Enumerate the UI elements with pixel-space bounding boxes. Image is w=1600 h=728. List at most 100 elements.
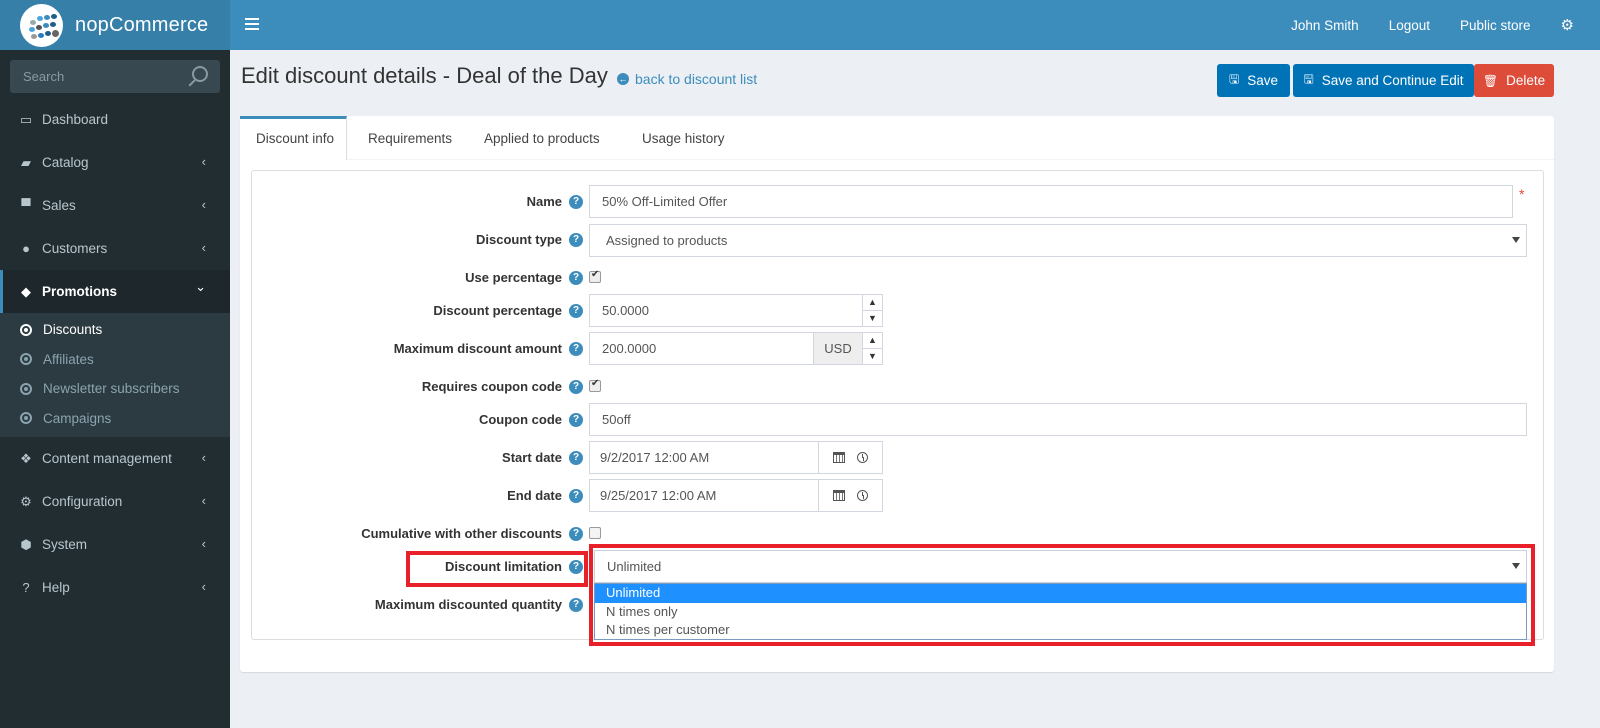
sidebar-subitem-label: Campaigns: [43, 410, 112, 426]
help-icon[interactable]: ?: [569, 450, 583, 465]
sidebar-subitem-label: Newsletter subscribers: [43, 381, 180, 397]
max-discount-amount-input[interactable]: 200.0000 USD ▲ ▼: [589, 332, 883, 365]
requires-coupon-checkbox[interactable]: [589, 378, 601, 392]
label-text: Maximum discount amount: [393, 341, 562, 356]
coupon-code-input[interactable]: 50off: [589, 403, 1527, 436]
chevron-up-icon[interactable]: ▲: [863, 295, 882, 311]
annotation-highlight-dropdown: [589, 544, 1535, 646]
tab-applied-to-products[interactable]: Applied to products: [484, 116, 600, 160]
help-icon[interactable]: ?: [569, 194, 583, 209]
chevron-down-icon[interactable]: ▼: [863, 349, 882, 365]
label-text: Cumulative with other discounts: [361, 526, 562, 541]
sidebar-subitem-campaigns[interactable]: Campaigns: [0, 404, 230, 434]
trash-icon: 🗑: [1482, 73, 1499, 88]
save-button[interactable]: 🖫 Save: [1217, 64, 1290, 97]
sidebar-subitem-affiliates[interactable]: Affiliates: [0, 345, 230, 375]
sidebar-item-label: Configuration: [42, 494, 123, 509]
circle-icon: [20, 323, 32, 336]
annotation-highlight-label: [406, 551, 588, 587]
tab-requirements[interactable]: Requirements: [368, 116, 452, 160]
chevron-left-icon: ‹: [201, 493, 206, 508]
logout-link[interactable]: Logout: [1389, 18, 1430, 33]
chevron-up-icon[interactable]: ▲: [863, 333, 882, 349]
sidebar-search-input[interactable]: Search: [10, 60, 220, 93]
sidebar-item-system[interactable]: ⬢ System ‹: [0, 523, 230, 566]
search-icon[interactable]: [192, 66, 208, 82]
tab-usage-history[interactable]: Usage history: [642, 116, 725, 160]
save-and-continue-button[interactable]: 🖫 Save and Continue Edit: [1293, 64, 1474, 97]
numeric-stepper[interactable]: ▲ ▼: [862, 333, 882, 364]
label-text: End date: [507, 488, 562, 503]
sidebar-subitem-label: Discounts: [43, 322, 103, 338]
logo[interactable]: nopCommerce: [0, 0, 230, 50]
sidebar-subitem-discounts[interactable]: Discounts: [0, 315, 230, 345]
back-link-label: back to discount list: [635, 71, 758, 87]
sidebar-item-label: Content management: [42, 451, 172, 466]
hamburger-icon[interactable]: [245, 15, 259, 33]
help-icon[interactable]: ?: [569, 526, 583, 541]
currency-addon: USD: [813, 333, 862, 364]
help-icon[interactable]: ?: [569, 303, 583, 318]
sidebar-item-help[interactable]: ? Help ‹: [0, 566, 230, 609]
use-percentage-checkbox[interactable]: [589, 269, 601, 283]
sidebar-item-sales[interactable]: ▀ Sales ‹: [0, 184, 230, 227]
user-name-link[interactable]: John Smith: [1291, 18, 1359, 33]
sidebar-menu: ▭ Dashboard ▰ Catalog ‹ ▀ Sales ‹ ● Cust…: [0, 98, 230, 609]
label-text: Discount percentage: [433, 303, 562, 318]
start-date-label: Start date?: [502, 450, 583, 465]
calendar-icon[interactable]: [833, 490, 845, 501]
max-discount-amount-label: Maximum discount amount?: [394, 341, 583, 356]
select-value: Assigned to products: [606, 233, 728, 248]
chevron-down-icon: ⌄: [195, 279, 206, 294]
help-icon[interactable]: ?: [569, 597, 583, 612]
help-icon[interactable]: ?: [569, 270, 583, 285]
sidebar-item-customers[interactable]: ● Customers ‹: [0, 227, 230, 270]
discount-percentage-label: Discount percentage?: [433, 303, 583, 318]
sidebar-item-dashboard[interactable]: ▭ Dashboard: [0, 98, 230, 141]
tab-discount-info[interactable]: Discount info: [240, 116, 347, 160]
calendar-icon[interactable]: [833, 452, 845, 463]
sidebar-item-catalog[interactable]: ▰ Catalog ‹: [0, 141, 230, 184]
help-icon[interactable]: ?: [569, 341, 583, 356]
discount-type-select[interactable]: Assigned to products: [589, 224, 1527, 257]
label-text: Name: [526, 194, 562, 209]
sidebar-item-configuration[interactable]: ⚙ Configuration ‹: [0, 480, 230, 523]
chevron-left-icon: ‹: [201, 536, 206, 551]
sidebar-item-promotions[interactable]: ◆ Promotions ⌄: [0, 270, 230, 313]
help-icon[interactable]: ?: [569, 379, 583, 394]
label-text: Requires coupon code: [421, 379, 562, 394]
chevron-left-icon: ‹: [201, 450, 206, 465]
back-to-list-link[interactable]: ← back to discount list: [617, 71, 757, 87]
tags-icon: ◆: [21, 283, 31, 299]
help-icon[interactable]: ?: [569, 232, 583, 247]
start-date-input[interactable]: 9/2/2017 12:00 AM: [589, 441, 883, 474]
sidebar-item-label: Help: [42, 580, 70, 595]
chevron-left-icon: ‹: [201, 240, 206, 255]
cumulative-checkbox[interactable]: [589, 527, 601, 539]
clock-icon[interactable]: [857, 452, 868, 463]
desktop-icon: ▭: [19, 111, 33, 127]
delete-button[interactable]: 🗑 Delete: [1474, 64, 1554, 97]
label-text: Discount type: [476, 232, 562, 247]
end-date-input[interactable]: 9/25/2017 12:00 AM: [589, 479, 883, 512]
sidebar-subitem-newsletter-subscribers[interactable]: Newsletter subscribers: [0, 374, 230, 404]
datetime-picker-addon: [818, 480, 882, 511]
sidebar-subitem-label: Affiliates: [43, 351, 94, 367]
help-icon[interactable]: ?: [569, 412, 583, 427]
public-store-link[interactable]: Public store: [1460, 18, 1531, 33]
numeric-stepper[interactable]: ▲ ▼: [862, 295, 882, 326]
cumulative-label: Cumulative with other discounts?: [361, 526, 583, 541]
user-icon: ●: [22, 241, 30, 256]
save-continue-label: Save and Continue Edit: [1321, 73, 1464, 88]
requires-coupon-label: Requires coupon code?: [422, 379, 583, 394]
help-icon[interactable]: ?: [569, 488, 583, 503]
discount-percentage-input[interactable]: 50.0000 ▲ ▼: [589, 294, 883, 327]
clock-icon[interactable]: [857, 490, 868, 501]
name-input[interactable]: 50% Off-Limited Offer: [589, 185, 1513, 218]
tab-bar: Discount info Requirements Applied to pr…: [240, 116, 1554, 160]
label-text: Coupon code: [478, 412, 562, 427]
sidebar-item-content-management[interactable]: ❖ Content management ‹: [0, 437, 230, 480]
chevron-down-icon[interactable]: ▼: [863, 311, 882, 327]
floppy-icon: 🖫: [1303, 72, 1314, 86]
gears-icon[interactable]: ⚙: [1561, 16, 1574, 34]
